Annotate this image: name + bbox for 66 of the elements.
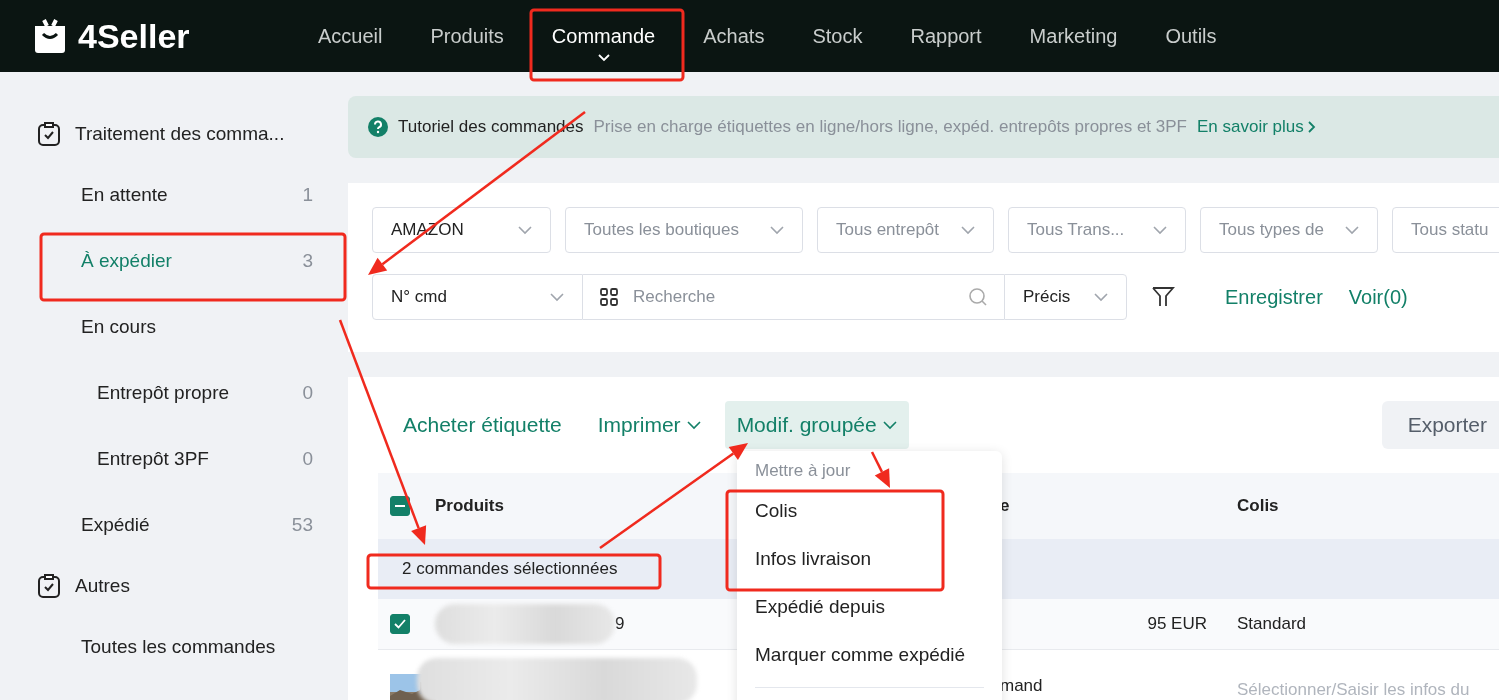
count-label: 1 <box>302 184 313 206</box>
count-label: 0 <box>302 448 313 470</box>
chevron-down-icon <box>518 225 532 235</box>
sidebar-group-title[interactable]: Autres <box>75 575 130 597</box>
toolbar-link[interactable]: Voir(0) <box>1348 285 1408 309</box>
nav-tab[interactable]: Commande <box>527 0 680 72</box>
minus-icon <box>395 505 405 507</box>
column-header: Colis <box>1237 496 1279 516</box>
menu-group-label: Mettre à jour <box>755 461 851 482</box>
sidebar-item[interactable]: Entrepôt 3PF 0 <box>0 426 345 492</box>
menu-item[interactable]: Expédié depuis <box>737 583 1002 631</box>
sidebar-group-title[interactable]: Traitement des comma... <box>75 123 285 145</box>
chevron-down-icon <box>770 225 784 235</box>
match-select[interactable]: Précis <box>1004 274 1127 320</box>
sidebar-item[interactable]: À expédier 3 <box>0 228 345 294</box>
count-label: 3 <box>302 250 313 272</box>
annotation-arrow <box>870 451 890 488</box>
chevron-down-icon <box>597 54 610 62</box>
sidebar-item[interactable]: Expédié 53 <box>0 492 345 558</box>
clipboard-check-icon <box>37 121 61 147</box>
help-icon <box>368 117 388 137</box>
column-header: Produits <box>435 496 504 516</box>
check-icon <box>394 619 406 629</box>
chevron-right-icon <box>1307 121 1316 133</box>
chevron-down-icon <box>961 225 975 235</box>
table-cell: 9 <box>615 614 625 634</box>
sidebar-item[interactable]: En cours <box>0 294 345 360</box>
search-icon <box>968 287 988 307</box>
action-button[interactable]: Modif. groupée <box>724 401 909 449</box>
action-button[interactable]: Acheter étiquette <box>391 401 574 449</box>
sidebar-item[interactable]: Entrepôt propre 0 <box>0 360 345 426</box>
toolbar-link[interactable]: Enregistrer <box>1225 285 1323 309</box>
table-cell-text: Standard <box>1237 614 1307 634</box>
count-label: 53 <box>291 514 313 536</box>
chevron-down-icon <box>1153 225 1167 235</box>
nav-tab[interactable]: Achats <box>679 0 789 72</box>
nav-tab[interactable]: Accueil <box>294 0 407 72</box>
filter-icon[interactable] <box>1151 285 1175 309</box>
selection-count: 2 commandes sélectionnées <box>402 559 618 579</box>
sidebar-item[interactable]: Toutes les commandes <box>0 614 345 680</box>
menu-item[interactable]: Infos livraison <box>737 535 1002 583</box>
nav-tab[interactable]: Marketing <box>1005 0 1142 72</box>
table-cell-text: 95 EUR <box>1146 614 1208 634</box>
shopping-bag-logo-icon <box>32 18 68 54</box>
brand-name: 4Seller <box>78 16 190 56</box>
count-label: 0 <box>302 382 313 404</box>
banner-text: Prise en charge étiquettes en ligne/hors ligne, expéd. entrepôts propres et 3PF <box>593 117 1187 137</box>
export-button[interactable]: Exporter <box>1381 401 1499 449</box>
select-all-checkbox[interactable] <box>390 496 410 516</box>
nav-tab[interactable]: Produits <box>406 0 528 72</box>
clipboard-check-icon <box>37 573 61 599</box>
scan-icon <box>599 287 619 307</box>
nav-tab[interactable]: Outils <box>1141 0 1241 72</box>
menu-item[interactable]: Marquer comme expédié <box>737 631 1002 679</box>
chevron-down-icon <box>550 292 564 302</box>
row-checkbox[interactable] <box>390 614 410 634</box>
action-button[interactable]: Imprimer <box>585 401 713 449</box>
search-type-select[interactable]: N° cmd <box>372 274 583 320</box>
chevron-down-icon <box>1345 225 1359 235</box>
sidebar-item[interactable]: En attente 1 <box>0 162 345 228</box>
nav-tab[interactable]: Rapport <box>886 0 1006 72</box>
chevron-down-icon <box>1094 292 1108 302</box>
learn-more-link[interactable]: En savoir plus <box>1197 117 1316 137</box>
nav-tab[interactable]: Stock <box>788 0 887 72</box>
menu-item[interactable]: Colis <box>737 487 1002 535</box>
package-info-field[interactable]: Sélectionner/Saisir les infos du <box>1237 680 1487 700</box>
